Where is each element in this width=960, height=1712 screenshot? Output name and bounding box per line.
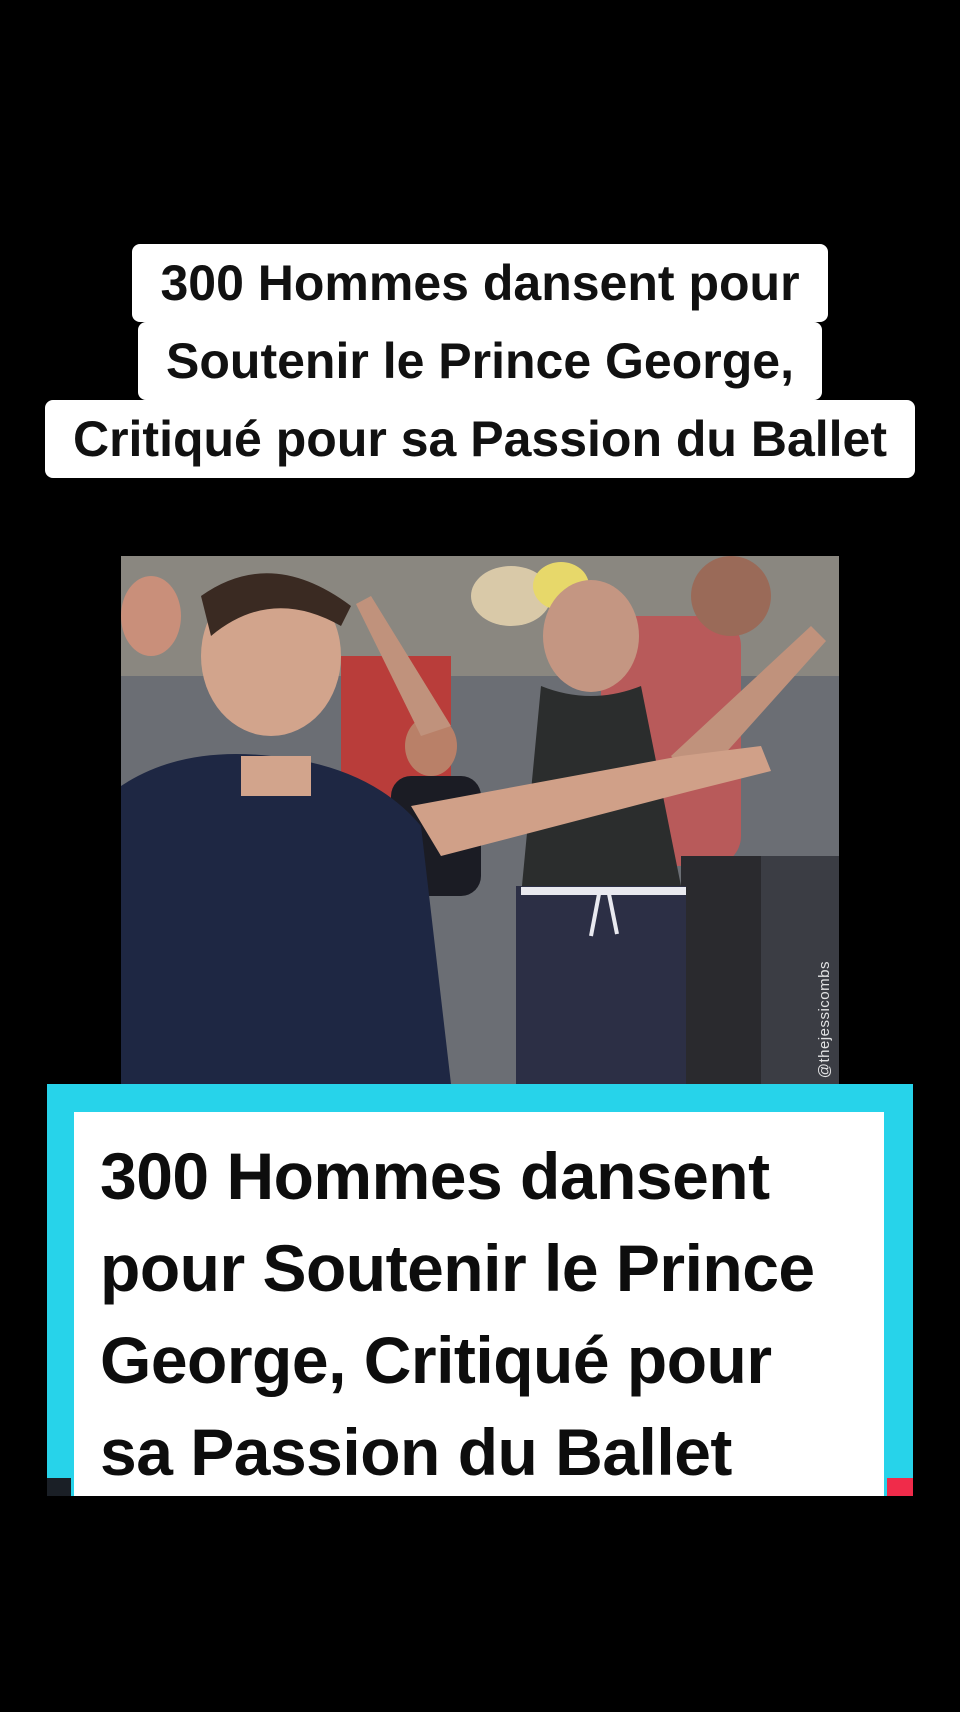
headline-line-4: sa Passion du Ballet <box>100 1415 732 1489</box>
headline-line-2: pour Soutenir le Prince <box>100 1231 815 1305</box>
headline-line-3: George, Critiqué pour <box>100 1323 772 1397</box>
headline-line-1: 300 Hommes dansent <box>100 1139 770 1213</box>
top-caption: 300 Hommes dansent pour Soutenir le Prin… <box>0 244 960 478</box>
caption-line-3: Critiqué pour sa Passion du Ballet <box>44 400 916 478</box>
caption-line-1: 300 Hommes dansent pour <box>132 244 828 322</box>
caption-line-2: Soutenir le Prince George, <box>138 322 822 400</box>
dancers-scene <box>121 556 839 1084</box>
headline-text: 300 Hommes dansent pour Soutenir le Prin… <box>100 1130 870 1496</box>
headline-card: 300 Hommes dansent pour Soutenir le Prin… <box>47 1084 913 1496</box>
headline-panel: 300 Hommes dansent pour Soutenir le Prin… <box>74 1112 884 1496</box>
progress-strip-right <box>887 1478 913 1496</box>
video-frame[interactable]: @thejessicombs <box>121 556 839 1084</box>
progress-strip-left <box>47 1478 71 1496</box>
watermark: @thejessicombs <box>816 960 833 1078</box>
